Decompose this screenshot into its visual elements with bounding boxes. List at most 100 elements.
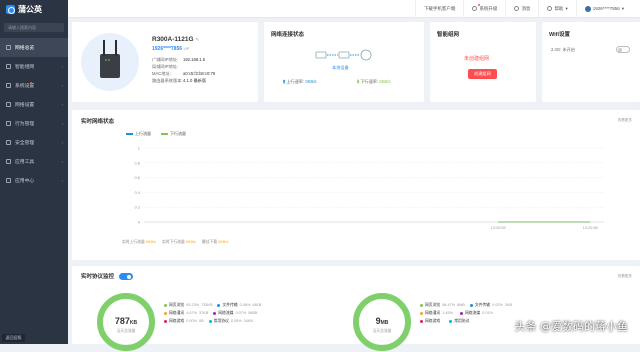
y-tick-label: 1 xyxy=(138,146,141,151)
device-details: 广域网IP地址: 192.168.1.5 局域网IP地址: MAC地址: a0:c5:f… xyxy=(152,56,215,84)
stat-percent: 98.47% xyxy=(442,303,456,307)
stat-color-dot xyxy=(164,311,167,315)
stat-label: 网络通讯 xyxy=(425,311,441,315)
stat-size: 0B xyxy=(198,319,204,323)
stat-label: 网页浏览 xyxy=(425,303,441,307)
notice-dot xyxy=(30,82,32,84)
system-upgrade-button[interactable]: 系统升级 xyxy=(463,0,505,18)
nav-icon xyxy=(6,121,11,126)
download-client-button[interactable]: 下载手机客户端 xyxy=(414,0,464,18)
router-image xyxy=(81,33,139,91)
stat-color-dot xyxy=(420,311,423,315)
device-id: 1926****7856 xyxy=(152,46,183,52)
messages-label: 消息 xyxy=(521,5,531,11)
wifi-band: 2.4G: xyxy=(551,47,562,52)
sidebar-item[interactable]: 行为管理 › xyxy=(0,114,68,133)
device-id-tag: VIP xyxy=(183,47,190,51)
device-card: R300A-1121G ✎ 1926****7856 VIP 广域网IP地址: 1… xyxy=(72,22,258,102)
stat-size: 2KB xyxy=(504,303,513,307)
stat-percent: 0.00% xyxy=(186,319,197,323)
y-tick-label: 0.4 xyxy=(134,190,140,195)
legend-down-swatch xyxy=(161,132,168,135)
chevron-right-icon: › xyxy=(61,159,63,164)
upgrade-icon xyxy=(472,6,478,11)
wifi-toggle[interactable] xyxy=(616,46,630,53)
device-model: R300A-1121G ✎ xyxy=(152,36,215,43)
nav-icon xyxy=(6,45,11,50)
stat-label: 文件传输 xyxy=(474,303,491,307)
user-menu[interactable]: 1926****7856 ▾ xyxy=(575,0,632,18)
wifi-state: 未开启 xyxy=(562,47,575,52)
stat-item: 网络流媒 0.07% 586B xyxy=(213,309,257,317)
connection-diagram xyxy=(315,49,372,61)
chevron-right-icon: › xyxy=(61,102,63,107)
smart-net-title: 智能组网 xyxy=(437,32,460,38)
user-name: 1926****7856 xyxy=(592,6,620,11)
realtime-summary-key: 最佳下载 xyxy=(201,240,219,244)
legend-up-label: 上行流量 xyxy=(135,131,151,136)
stat-label: 网页浏览 xyxy=(169,303,185,307)
sidebar-item[interactable]: 系统设置 › xyxy=(0,76,68,95)
monitor-more-link[interactable]: 查看更多 xyxy=(618,274,632,279)
brand-name: 蒲公英 xyxy=(18,4,42,14)
help-label: 帮助 xyxy=(554,5,564,11)
stat-percent: 4.67% xyxy=(186,311,197,315)
stat-label: 网络流媒 xyxy=(218,311,234,315)
chevron-right-icon: › xyxy=(61,121,63,126)
wifi-band-row: 2.4G: 未开启 xyxy=(551,47,575,53)
device-info: R300A-1121G ✎ 1926****7856 VIP 广域网IP地址: 1… xyxy=(152,36,215,84)
stat-color-dot xyxy=(213,311,217,315)
sidebar-item[interactable]: 安全管理 › xyxy=(0,133,68,152)
sidebar-item[interactable]: 智能组网 › xyxy=(0,57,68,76)
stat-row: 网络游戏 常用协议 xyxy=(420,317,517,325)
sidebar-item-label: 网络总览 xyxy=(15,46,35,51)
upload-speed-value: 0KB/s xyxy=(305,79,317,84)
stat-color-dot xyxy=(420,303,423,307)
monitor-toggle[interactable] xyxy=(119,272,134,280)
stat-percent: 0.07% xyxy=(235,311,247,315)
upgrade-label: 系统升级 xyxy=(479,5,498,11)
y-tick-label: 0.8 xyxy=(134,160,140,165)
chevron-right-icon: › xyxy=(61,83,63,88)
stat-row: 网页浏览 98.47% 8MB 文件传输 0.02% 2KB xyxy=(420,301,517,309)
stat-item: 网络游戏 0.00% 0B xyxy=(164,317,204,325)
traffic-total: 9MB xyxy=(350,316,414,326)
sidebar-item[interactable]: 网络设置 › xyxy=(0,95,68,114)
stat-label: 常用协议 xyxy=(213,319,229,323)
sidebar-item-label: 应用工具 xyxy=(15,160,35,165)
sidebar-item[interactable]: 应用工具 › xyxy=(0,152,68,171)
stat-color-dot xyxy=(164,303,167,307)
old-version-button[interactable]: 返回旧版 xyxy=(2,334,25,342)
help-button[interactable]: 帮助 ▾ xyxy=(538,0,575,18)
realtime-summary-value: 0KB/s xyxy=(145,240,156,244)
watermark: 头条 @爱数码的蒋小鱼 xyxy=(514,320,629,333)
upload-speed: ⬆上行速率: 0KB/s xyxy=(282,79,316,85)
nav-icon xyxy=(6,140,11,145)
stat-label: 网络流媒 xyxy=(464,311,481,315)
chevron-down-icon: ▾ xyxy=(565,5,568,11)
search-input[interactable]: 请输入搜索内容 xyxy=(4,23,64,32)
messages-button[interactable]: 消息 xyxy=(505,0,538,18)
traffic-total-unit: KB xyxy=(129,320,138,326)
stat-item: 网络通讯 4.67% 37KB xyxy=(164,309,208,317)
stat-color-dot xyxy=(449,319,453,323)
chevron-right-icon: › xyxy=(61,140,63,145)
sidebar-item[interactable]: 网络总览 xyxy=(0,38,68,57)
help-icon xyxy=(547,6,553,11)
realtime-summary-item: 实时下行流量 0KB/s xyxy=(162,240,196,245)
top-bar: 下载手机客户端 系统升级 消息 帮助 ▾ 1926****7856 ▾ xyxy=(68,0,640,18)
traffic-total-unit: MB xyxy=(380,320,389,326)
monitor-header: 实时协议监控 xyxy=(81,272,134,280)
realtime-summary-key: 实时下行流量 xyxy=(161,240,186,244)
stat-size: 34KB xyxy=(243,319,253,323)
download-speed-label: 下行速率: xyxy=(360,79,379,84)
create-network-button[interactable]: 创建组网 xyxy=(468,69,497,79)
nav-icon xyxy=(6,64,11,69)
device-detail-value: 4.1.0 最新版 xyxy=(183,78,207,83)
sidebar-item[interactable]: 应用中心 › xyxy=(0,171,68,190)
legend-down: 下行流量 xyxy=(161,131,186,137)
stat-color-dot xyxy=(420,319,423,323)
nav-icon xyxy=(6,159,11,164)
edit-icon[interactable]: ✎ xyxy=(195,37,199,42)
realtime-more-link[interactable]: 查看更多 xyxy=(618,118,632,123)
